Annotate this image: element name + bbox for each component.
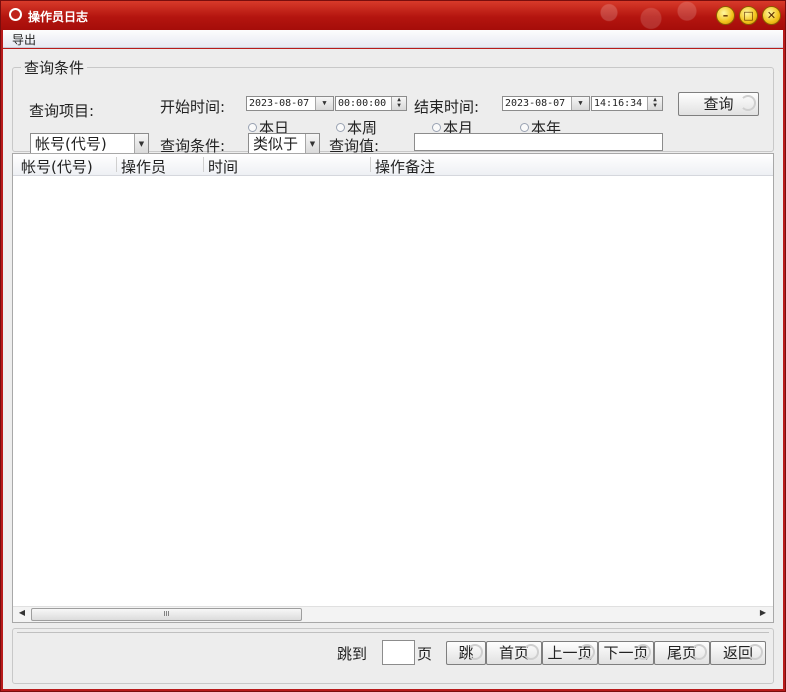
window-title: 操作员日志 xyxy=(28,10,89,24)
start-time-picker[interactable]: 00:00:00 ▲ ▼ xyxy=(335,96,407,111)
start-time-label: 开始时间: xyxy=(160,98,226,116)
col-divider[interactable] xyxy=(370,157,371,172)
back-button[interactable]: 返回 xyxy=(710,641,766,665)
scroll-thumb[interactable]: III xyxy=(31,608,302,621)
start-date-dropdown-icon[interactable]: ▼ xyxy=(315,97,333,110)
start-time-value: 00:00:00 xyxy=(338,98,387,109)
client-area: 查询条件 查询项目: 开始时间: 2023-08-07 ▼ 00:00:00 ▲… xyxy=(3,49,783,689)
swirl-icon xyxy=(635,644,651,660)
col-header-remark[interactable]: 操作备注 xyxy=(375,156,435,177)
col-divider[interactable] xyxy=(203,157,204,172)
start-date-picker[interactable]: 2023-08-07 ▼ xyxy=(246,96,334,111)
last-page-button[interactable]: 尾页 xyxy=(654,641,710,665)
end-time-spin-icon[interactable]: ▲ ▼ xyxy=(647,97,662,110)
query-value-input[interactable] xyxy=(414,133,663,151)
end-time-value: 14:16:34 xyxy=(594,98,643,109)
swirl-icon xyxy=(467,644,483,660)
condition-select[interactable]: 类似于 ▼ xyxy=(248,133,320,155)
swirl-icon xyxy=(691,644,707,660)
jump-to-label: 跳到 xyxy=(337,645,368,663)
horizontal-scrollbar[interactable]: ◀ III ▶ xyxy=(13,606,773,622)
title-bar[interactable]: 操作员日志 – □ ✕ xyxy=(1,1,785,30)
scroll-grip: III xyxy=(163,610,170,618)
menu-bar: 导出 xyxy=(3,30,783,48)
end-date-picker[interactable]: 2023-08-07 ▼ xyxy=(502,96,590,111)
title-ornament xyxy=(585,1,705,30)
search-button-label: 查询 xyxy=(703,95,734,113)
radio-this-week-icon[interactable] xyxy=(336,123,345,132)
app-icon xyxy=(9,8,22,21)
first-page-button[interactable]: 首页 xyxy=(486,641,542,665)
query-legend: 查询条件 xyxy=(24,59,85,77)
pagination-bar: 跳到 页 跳 首页 上一页 下一页 尾页 返回 xyxy=(12,628,774,684)
maximize-button[interactable]: □ xyxy=(739,6,758,25)
condition-value: 类似于 xyxy=(253,135,299,153)
start-date-value: 2023-08-07 xyxy=(249,98,310,109)
search-button[interactable]: 查询 xyxy=(678,92,759,116)
col-header-account[interactable]: 帐号(代号) xyxy=(21,156,93,177)
query-item-label: 查询项目: xyxy=(29,102,95,120)
end-date-value: 2023-08-07 xyxy=(505,98,566,109)
swirl-icon xyxy=(523,644,539,660)
swirl-icon xyxy=(579,644,595,660)
scroll-left-icon[interactable]: ◀ xyxy=(15,608,29,617)
radio-this-year-icon[interactable] xyxy=(520,123,529,132)
end-date-dropdown-icon[interactable]: ▼ xyxy=(571,97,589,110)
condition-dropdown-icon[interactable]: ▼ xyxy=(305,134,319,154)
minimize-button[interactable]: – xyxy=(716,6,735,25)
table-header: 帐号(代号) 操作员 时间 操作备注 xyxy=(13,154,773,176)
query-conditions-group: 查询条件 查询项目: 开始时间: 2023-08-07 ▼ 00:00:00 ▲… xyxy=(12,57,774,155)
radio-today-icon[interactable] xyxy=(248,123,257,132)
query-field-value: 帐号(代号) xyxy=(35,135,107,153)
close-button[interactable]: ✕ xyxy=(762,6,781,25)
scroll-right-icon[interactable]: ▶ xyxy=(756,608,770,617)
swirl-icon xyxy=(747,644,763,660)
app-window: 操作员日志 – □ ✕ 导出 查询条件 查询项目: 开始时间: 2023-08-… xyxy=(0,0,786,692)
query-field-select[interactable]: 帐号(代号) ▼ xyxy=(30,133,149,155)
end-time-picker[interactable]: 14:16:34 ▲ ▼ xyxy=(591,96,663,111)
pager-divider xyxy=(17,632,769,633)
page-number-input[interactable] xyxy=(382,640,415,665)
radio-this-month-icon[interactable] xyxy=(432,123,441,132)
next-page-button[interactable]: 下一页 xyxy=(598,641,654,665)
log-table[interactable]: 帐号(代号) 操作员 时间 操作备注 ◀ III ▶ xyxy=(12,153,774,623)
jump-button[interactable]: 跳 xyxy=(446,641,486,665)
end-time-label: 结束时间: xyxy=(414,98,480,116)
col-header-operator[interactable]: 操作员 xyxy=(121,156,166,177)
start-time-spin-icon[interactable]: ▲ ▼ xyxy=(391,97,406,110)
swirl-icon xyxy=(740,95,756,111)
menu-export[interactable]: 导出 xyxy=(12,31,36,48)
col-divider[interactable] xyxy=(116,157,117,172)
col-header-time[interactable]: 时间 xyxy=(208,156,238,177)
query-field-dropdown-icon[interactable]: ▼ xyxy=(134,134,148,154)
page-suffix-label: 页 xyxy=(417,645,433,663)
prev-page-button[interactable]: 上一页 xyxy=(542,641,598,665)
